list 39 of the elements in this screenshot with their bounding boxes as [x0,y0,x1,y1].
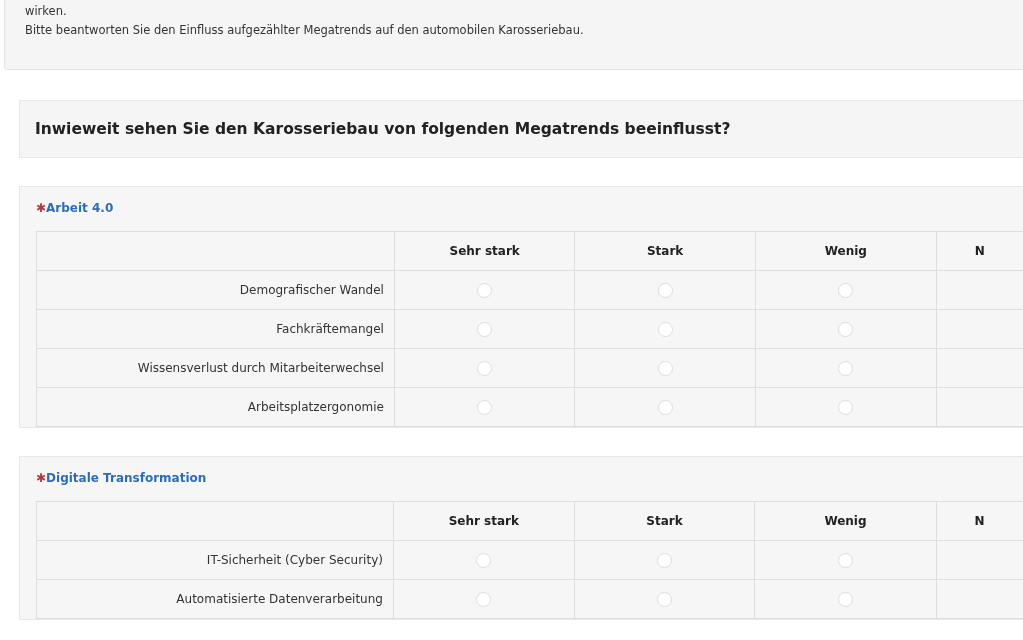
radio-button[interactable] [477,360,493,376]
radio-button[interactable] [657,282,673,298]
required-mark: ✱ [36,471,47,485]
radio-button[interactable] [657,591,672,607]
intro-text: wirken. [25,3,68,20]
section-label: Arbeit 4.0 [46,201,114,215]
section-label: Digitale Transformation [46,471,207,485]
column-header: Stark [574,231,756,271]
column-header: Wenig [754,501,937,541]
radio-button[interactable] [657,399,673,415]
radio-button[interactable] [477,321,493,337]
radio-button[interactable] [838,282,854,298]
column-header: Wenig [755,231,937,271]
column-header: Sehr stark [393,501,575,541]
row-label: Arbeitsplatzergonomie [36,387,395,427]
column-header: N [936,501,1023,541]
radio-button[interactable] [657,552,672,568]
column-header: Sehr stark [394,231,575,271]
radio-button[interactable] [477,282,493,298]
row-label: Fachkräftemangel [36,309,395,349]
required-mark: ✱ [36,201,47,215]
radio-button[interactable] [477,399,493,415]
row-label: Automatisierte Datenverarbeitung [36,579,394,619]
radio-button[interactable] [838,360,854,376]
radio-button[interactable] [657,321,673,337]
radio-button[interactable] [837,591,853,607]
radio-button[interactable] [838,321,854,337]
radio-button[interactable] [476,552,492,568]
column-header: N [936,231,1023,271]
intro-text: Bitte beantworten Sie den Einfluss aufgezählter Megatrends auf den automobilen Karosseriebau. [25,22,585,39]
question-title: Inwieweit sehen Sie den Karosseriebau von folgenden Megatrends beeinflusst? [35,120,731,138]
row-label: Demografischer Wandel [36,270,395,310]
radio-button[interactable] [476,591,492,607]
row-label: Wissensverlust durch Mitarbeiterwechsel [36,348,395,388]
radio-button[interactable] [838,399,854,415]
radio-button[interactable] [837,552,853,568]
column-header: Stark [574,501,755,541]
radio-button[interactable] [657,360,673,376]
row-label: IT-Sicherheit (Cyber Security) [36,540,394,580]
